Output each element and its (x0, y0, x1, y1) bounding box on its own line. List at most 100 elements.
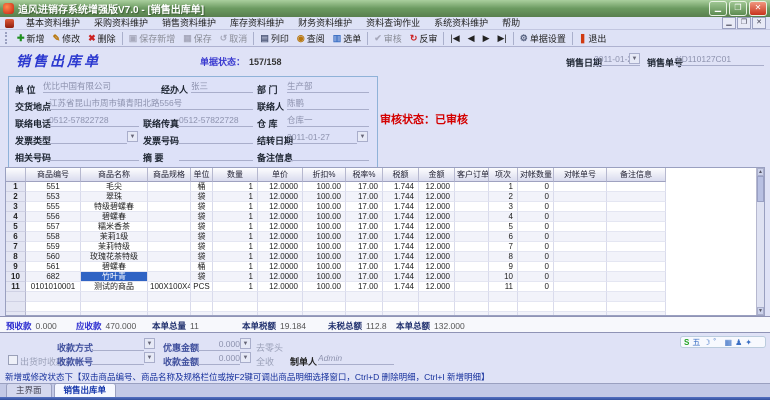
cell[interactable]: 1.744 (383, 242, 419, 252)
cell[interactable] (607, 292, 666, 302)
cell[interactable]: 556 (26, 212, 81, 222)
cell[interactable] (346, 312, 383, 315)
cell[interactable] (258, 302, 303, 312)
cell[interactable]: 17.00 (346, 252, 383, 262)
ime-keyboard-icon[interactable]: ▦ (725, 338, 733, 347)
menu-item-1[interactable]: 采购资料维护 (87, 17, 155, 30)
cell[interactable] (554, 232, 607, 242)
cell[interactable]: 12.0000 (258, 262, 303, 272)
cell[interactable]: 1 (213, 222, 258, 232)
dept-input[interactable]: 生产部 (287, 81, 369, 93)
cell[interactable]: 0 (518, 282, 554, 292)
discount-amount-input[interactable]: 0.000 (198, 339, 240, 351)
cell[interactable] (518, 302, 554, 312)
cell[interactable]: 12.0000 (258, 202, 303, 212)
invno-input[interactable] (179, 132, 253, 144)
fax-input[interactable]: 0512-57822728 (179, 115, 253, 127)
toolbar-button-last-record[interactable]: ▶| (493, 31, 510, 46)
cell[interactable]: 1.744 (383, 222, 419, 232)
discount-amount-dropdown-icon[interactable]: ▼ (240, 338, 251, 349)
ime-punct-icon[interactable]: ゜ (714, 337, 722, 348)
tab-1[interactable]: 销售出库单 (53, 383, 117, 397)
cell[interactable]: 10 (489, 272, 518, 282)
cell[interactable] (489, 302, 518, 312)
warehouse-input[interactable]: 仓库一 (287, 115, 369, 127)
minimize-button[interactable]: ▁ (709, 1, 727, 16)
row-number[interactable]: 8 (6, 252, 26, 262)
cell[interactable]: 袋 (191, 232, 213, 242)
column-header-13[interactable]: 对帐数量 (518, 168, 554, 182)
cell[interactable]: 100.00 (303, 252, 346, 262)
cell[interactable] (213, 312, 258, 315)
cell[interactable]: 12.000 (419, 212, 455, 222)
receive-amount-input[interactable]: 0.000 (198, 353, 240, 365)
cell[interactable] (554, 192, 607, 202)
cell[interactable] (518, 292, 554, 302)
cell[interactable]: 17.00 (346, 242, 383, 252)
cell[interactable]: 12.000 (419, 252, 455, 262)
cell[interactable] (455, 182, 489, 192)
invtype-select[interactable] (49, 132, 127, 144)
cell[interactable] (148, 252, 191, 262)
cell[interactable]: 0 (518, 192, 554, 202)
invtype-dropdown-icon[interactable]: ▼ (127, 131, 138, 142)
cell[interactable] (26, 302, 81, 312)
cell[interactable]: 1 (489, 182, 518, 192)
cell[interactable]: 翠珠 (81, 192, 148, 202)
cell[interactable]: 1 (213, 272, 258, 282)
cell[interactable] (81, 312, 148, 315)
cell[interactable]: 2 (489, 192, 518, 202)
cell[interactable]: 17.00 (346, 282, 383, 292)
column-header-2[interactable]: 商品名称 (81, 168, 148, 182)
cell[interactable] (148, 182, 191, 192)
cell[interactable] (455, 262, 489, 272)
toolbar-button-search[interactable]: ◉ 查阅 (293, 31, 329, 46)
cell[interactable] (607, 182, 666, 192)
cell[interactable]: 袋 (191, 192, 213, 202)
column-header-5[interactable]: 数量 (213, 168, 258, 182)
row-number[interactable]: 1 (6, 182, 26, 192)
row-number[interactable]: 11 (6, 282, 26, 292)
row-number[interactable]: 4 (6, 212, 26, 222)
cell[interactable] (455, 192, 489, 202)
cell[interactable]: 553 (26, 192, 81, 202)
cell[interactable]: 12.000 (419, 282, 455, 292)
cell[interactable] (455, 242, 489, 252)
cell[interactable]: 1.744 (383, 202, 419, 212)
column-header-11[interactable]: 客户订单 (455, 168, 489, 182)
note-input[interactable] (287, 149, 369, 161)
cell[interactable] (419, 302, 455, 312)
cell[interactable]: 毛尖 (81, 182, 148, 192)
ime-logo-icon[interactable]: S (684, 338, 689, 347)
cell[interactable]: 茉莉特级 (81, 242, 148, 252)
cell[interactable] (554, 182, 607, 192)
cell[interactable]: 12.000 (419, 192, 455, 202)
cell[interactable]: 12.0000 (258, 282, 303, 292)
menu-item-6[interactable]: 系统资料维护 (427, 17, 495, 30)
toolbar-button-next-record[interactable]: ▶ (479, 31, 494, 46)
cell[interactable]: 0 (518, 262, 554, 272)
cell[interactable] (518, 312, 554, 315)
scroll-up-icon[interactable]: ▲ (757, 168, 764, 176)
row-number[interactable]: 10 (6, 272, 26, 282)
cell[interactable]: 测试的商品 (81, 282, 148, 292)
cell[interactable]: 17.00 (346, 192, 383, 202)
toolbar-button-pick-list[interactable]: ▥ 选单 (329, 31, 366, 46)
column-header-1[interactable]: 商品编号 (26, 168, 81, 182)
cell[interactable]: 1 (213, 212, 258, 222)
cell[interactable] (148, 262, 191, 272)
cell[interactable] (383, 292, 419, 302)
cell[interactable]: 茉莉1级 (81, 232, 148, 242)
cell[interactable] (455, 302, 489, 312)
trim-zero-button[interactable]: 去零头 (256, 341, 283, 354)
cell[interactable]: 100X100X40. (148, 282, 191, 292)
cell[interactable] (148, 272, 191, 282)
mdi-close-button[interactable]: ✕ (752, 17, 766, 29)
cell[interactable] (303, 302, 346, 312)
cell[interactable] (303, 312, 346, 315)
cell[interactable]: 袋 (191, 242, 213, 252)
cell[interactable]: 1.744 (383, 272, 419, 282)
column-header-7[interactable]: 折扣% (303, 168, 346, 182)
cell[interactable] (607, 312, 666, 315)
oncredit-checkbox[interactable] (8, 355, 18, 365)
